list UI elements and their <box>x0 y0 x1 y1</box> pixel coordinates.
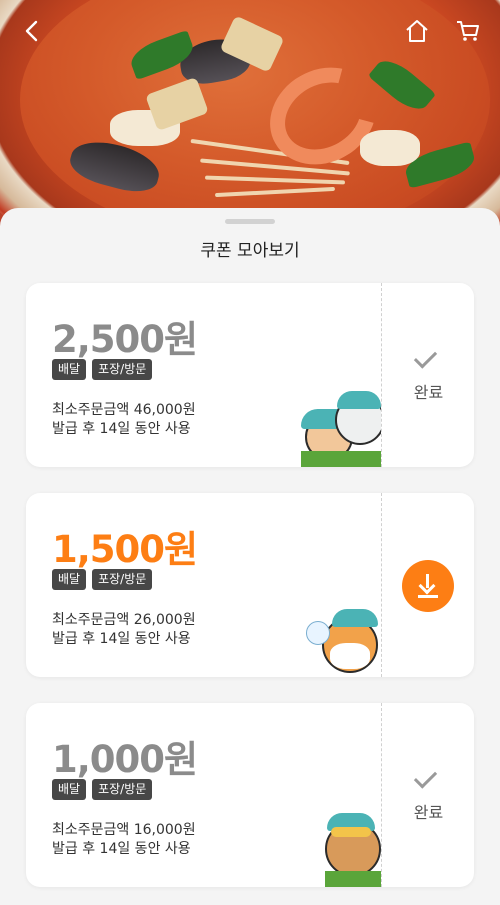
coupon-status <box>383 493 474 677</box>
sheet-drag-handle[interactable] <box>225 219 275 224</box>
coupon-amount: 1,000원 <box>52 738 198 781</box>
coupon-card: 2,500원 배달 포장/방문 최소주문금액 46,000원 발급 후 14일 … <box>26 283 474 467</box>
mascot-illustration <box>306 603 381 677</box>
squid <box>360 130 420 166</box>
tag-delivery: 배달 <box>52 569 87 590</box>
tag-delivery: 배달 <box>52 779 87 800</box>
coupon-amount: 2,500원 <box>52 318 198 361</box>
arrow-left-icon <box>25 20 38 42</box>
coupon-tags: 배달 포장/방문 <box>52 569 153 590</box>
hero-food-image <box>0 0 500 235</box>
coupon-min-order: 최소주문금액 16,000원 <box>52 822 196 838</box>
coupon-sheet: 쿠폰 모아보기 2,500원 배달 포장/방문 최소주문금액 46,000원 발… <box>0 208 500 905</box>
home-icon <box>406 20 428 42</box>
cart-icon <box>457 21 479 41</box>
cart-button[interactable] <box>455 18 481 44</box>
sheet-title: 쿠폰 모아보기 <box>200 241 300 261</box>
coupon-card: 1,000원 배달 포장/방문 최소주문금액 16,000원 발급 후 14일 … <box>26 703 474 887</box>
coupon-divider <box>381 493 382 677</box>
coupon-status-label: 완료 <box>413 383 444 402</box>
mascot-illustration <box>301 391 381 467</box>
coupon-validity: 발급 후 14일 동안 사용 <box>52 421 191 437</box>
coupon-validity: 발급 후 14일 동안 사용 <box>52 841 191 857</box>
coupon-divider <box>381 703 382 887</box>
coupon-status: 완료 <box>383 283 474 467</box>
home-button[interactable] <box>404 18 430 44</box>
coupon-status: 완료 <box>383 703 474 887</box>
tag-pickup: 포장/방문 <box>92 569 153 590</box>
coupon-status-label: 완료 <box>413 803 444 822</box>
download-coupon-button[interactable] <box>402 560 454 612</box>
coupon-validity: 발급 후 14일 동안 사용 <box>52 631 191 647</box>
coupon-card: 1,500원 배달 포장/방문 최소주문금액 26,000원 발급 후 14일 … <box>26 493 474 677</box>
mascot-illustration <box>321 807 381 887</box>
tag-pickup: 포장/방문 <box>92 359 153 380</box>
coupon-min-order: 최소주문금액 26,000원 <box>52 612 196 628</box>
back-button[interactable] <box>20 18 46 44</box>
tag-pickup: 포장/방문 <box>92 779 153 800</box>
check-icon <box>413 345 438 369</box>
coupon-tags: 배달 포장/방문 <box>52 779 153 800</box>
coupon-amount: 1,500원 <box>52 528 198 571</box>
coupon-divider <box>381 283 382 467</box>
tag-delivery: 배달 <box>52 359 87 380</box>
coupon-min-order: 최소주문금액 46,000원 <box>52 402 196 418</box>
coupon-tags: 배달 포장/방문 <box>52 359 153 380</box>
check-icon <box>413 765 438 789</box>
